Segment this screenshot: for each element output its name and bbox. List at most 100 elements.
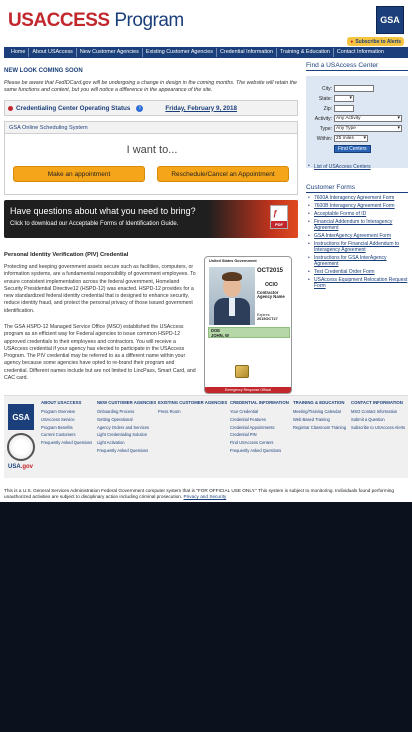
alert-dot-icon [8, 105, 13, 111]
reschedule-appointment-button[interactable]: Reschedule/Cancel an Appointment [157, 166, 289, 182]
footer-col-contact: CONTACT INFORMATION MSO Contact Informat… [351, 400, 405, 431]
footer-link[interactable]: Credential Appointments [230, 424, 289, 432]
operating-status-bar: Credentialing Center Operating Status i … [4, 100, 298, 116]
find-center-form: City: State: Zip: Activity:Any Activity … [306, 76, 408, 168]
notice-text: Please be aware that FedIDCard.gov will … [4, 80, 297, 93]
city-input[interactable] [334, 85, 374, 92]
activity-select[interactable]: Any Activity [334, 115, 402, 122]
city-label: City: [322, 86, 332, 92]
within-select[interactable]: 25 miles [334, 135, 368, 142]
make-appointment-button[interactable]: Make an appointment [13, 166, 145, 182]
info-icon[interactable]: i [136, 104, 144, 112]
empty-dark-area [0, 502, 412, 732]
piv-paragraph-1: Protecting and keeping government assets… [4, 264, 196, 314]
footer-link[interactable]: Program Benefits [41, 424, 92, 432]
id-guide-banner[interactable]: Have questions about what you need to br… [4, 200, 298, 238]
form-link[interactable]: Financial Addendum to Interagency Agreem… [306, 219, 408, 232]
status-date[interactable]: Friday, February 9, 2018 [165, 105, 237, 112]
footer-link[interactable]: Web Based Training [293, 416, 346, 424]
banner-subtitle: Click to download our Acceptable Forms o… [10, 221, 179, 227]
list-centers-link[interactable]: List of USAccess Centers [314, 164, 371, 170]
footer-gsa-logo[interactable]: GSA [8, 404, 34, 430]
bullet-icon: • [308, 163, 310, 169]
form-link[interactable]: GSA InterAgency Agreement Form [306, 233, 408, 240]
nav-new-customer[interactable]: New Customer Agencies [77, 48, 143, 57]
footer-heading: CONTACT INFORMATION [351, 400, 403, 405]
footer-link[interactable]: Registrar Classroom Training [293, 424, 346, 432]
usagov-logo[interactable]: USA.gov [8, 464, 33, 470]
form-link[interactable]: Instructions for GSA InterAgency Agreeme… [306, 255, 408, 268]
legal-notice: This is a U.S. General Services Administ… [4, 488, 408, 500]
footer-link[interactable]: Light Credentialing Solution [97, 431, 156, 439]
footer-link[interactable]: Program Overview [41, 408, 92, 416]
card-expiry-small: Expires 2015OCT27 [257, 313, 278, 321]
footer-link[interactable]: Subscribe to USAccess Alerts [351, 424, 405, 432]
smart-chip-icon [235, 365, 249, 378]
form-link[interactable]: Instructions for Financial Addendum to I… [306, 241, 408, 254]
footer-heading: EXISTING CUSTOMER AGENCIES [158, 400, 228, 405]
card-name: DOE JOHN, W [208, 327, 290, 338]
nav-training[interactable]: Training & Education [277, 48, 334, 57]
form-link[interactable]: Test Credential Order Form [306, 269, 408, 276]
footer-col-new-customer: NEW CUSTOMER AGENCIES Onboarding Process… [97, 400, 156, 455]
scheduling-header: GSA Online Scheduling System [5, 122, 297, 134]
nav-contact[interactable]: Contact Information [334, 48, 387, 57]
form-link[interactable]: 7600B Interagency Agreement Form [306, 203, 408, 210]
i-want-prompt: I want to... [126, 144, 178, 156]
pdf-tag: PDF [271, 221, 287, 228]
main-nav: Home About USAccess New Customer Agencie… [4, 47, 408, 58]
footer-link[interactable]: Current Customers [41, 431, 92, 439]
subscribe-alerts-button[interactable]: ● Subscribe to Alerts [347, 37, 404, 46]
find-centers-button[interactable]: Find Centers [334, 145, 371, 153]
state-label: State: [318, 96, 332, 102]
footer-link[interactable]: USAccess Service [41, 416, 92, 424]
find-center-title: Find a USAccess Center [306, 62, 408, 71]
footer-heading: NEW CUSTOMER AGENCIES [97, 400, 157, 405]
card-expiry-large: OCT2015 [257, 268, 284, 274]
type-select[interactable]: Any Type [334, 125, 402, 132]
status-title[interactable]: Credentialing Center Operating Status [16, 105, 130, 112]
footer-link[interactable]: MSO Contact Information [351, 408, 405, 416]
footer-link[interactable]: Onboarding Process [97, 408, 156, 416]
sidebar: Find a USAccess Center City: State: Zip:… [306, 62, 408, 289]
privacy-link[interactable]: Privacy and Security [184, 494, 227, 499]
footer-heading: ABOUT USACCESS [41, 400, 82, 405]
card-footer: Emergency Response Official [205, 387, 291, 393]
footer-link[interactable]: Frequently Asked Questions [97, 447, 156, 455]
nav-about[interactable]: About USAccess [29, 48, 77, 57]
footer-link[interactable]: Find USAccess Centers [230, 439, 289, 447]
footer-link[interactable]: Light Activation [97, 439, 156, 447]
footer-link[interactable]: Getting Operational [97, 416, 156, 424]
footer-link[interactable]: Submit a Question [351, 416, 405, 424]
nav-credential-info[interactable]: Credential Information [217, 48, 278, 57]
footer-heading: CREDENTIAL INFORMATION [230, 400, 289, 405]
site-header: USACCESS Program GSA ● Subscribe to Aler… [4, 4, 408, 46]
customer-forms-list: 7600A Interagency Agreement Form 7600B I… [306, 195, 408, 292]
logo-access: ACCESS [33, 10, 110, 31]
piv-heading: Personal Identity Verification (PIV) Cre… [4, 252, 129, 258]
logo-program: Program [109, 10, 184, 31]
footer-col-about: ABOUT USACCESS Program Overview USAccess… [41, 400, 92, 447]
footer-link[interactable]: Credential Features [230, 416, 289, 424]
state-select[interactable] [334, 95, 354, 102]
footer-link[interactable]: Frequently Asked Questions [230, 447, 289, 455]
form-link[interactable]: USAccess Equipment Relocation Request Fo… [306, 277, 408, 290]
card-issuer: United States Government [209, 259, 257, 263]
footer-link[interactable]: Press Room [158, 408, 227, 416]
notice-title: NEW LOOK COMING SOON [4, 68, 83, 74]
form-link[interactable]: Acceptable Forms of ID [306, 211, 408, 218]
card-ocio: OCIO [265, 282, 278, 288]
usaccess-logo[interactable]: USACCESS Program [8, 10, 184, 32]
nav-existing-customer[interactable]: Existing Customer Agencies [143, 48, 217, 57]
footer-link[interactable]: Your Credential [230, 408, 289, 416]
nav-home[interactable]: Home [8, 48, 30, 57]
zip-input[interactable] [334, 105, 354, 112]
footer-link[interactable]: Agency Orders and Services [97, 424, 156, 432]
gsa-logo[interactable]: GSA [376, 6, 404, 34]
form-link[interactable]: 7600A Interagency Agreement Form [306, 195, 408, 202]
footer-col-credential: CREDENTIAL INFORMATION Your Credential C… [230, 400, 289, 455]
card-affiliation: Contractor Agency Name [257, 290, 285, 300]
footer-link[interactable]: Meeting/Training Calendar [293, 408, 346, 416]
footer-link[interactable]: Credential PIN [230, 431, 289, 439]
footer-link[interactable]: Frequently Asked Questions [41, 439, 92, 447]
